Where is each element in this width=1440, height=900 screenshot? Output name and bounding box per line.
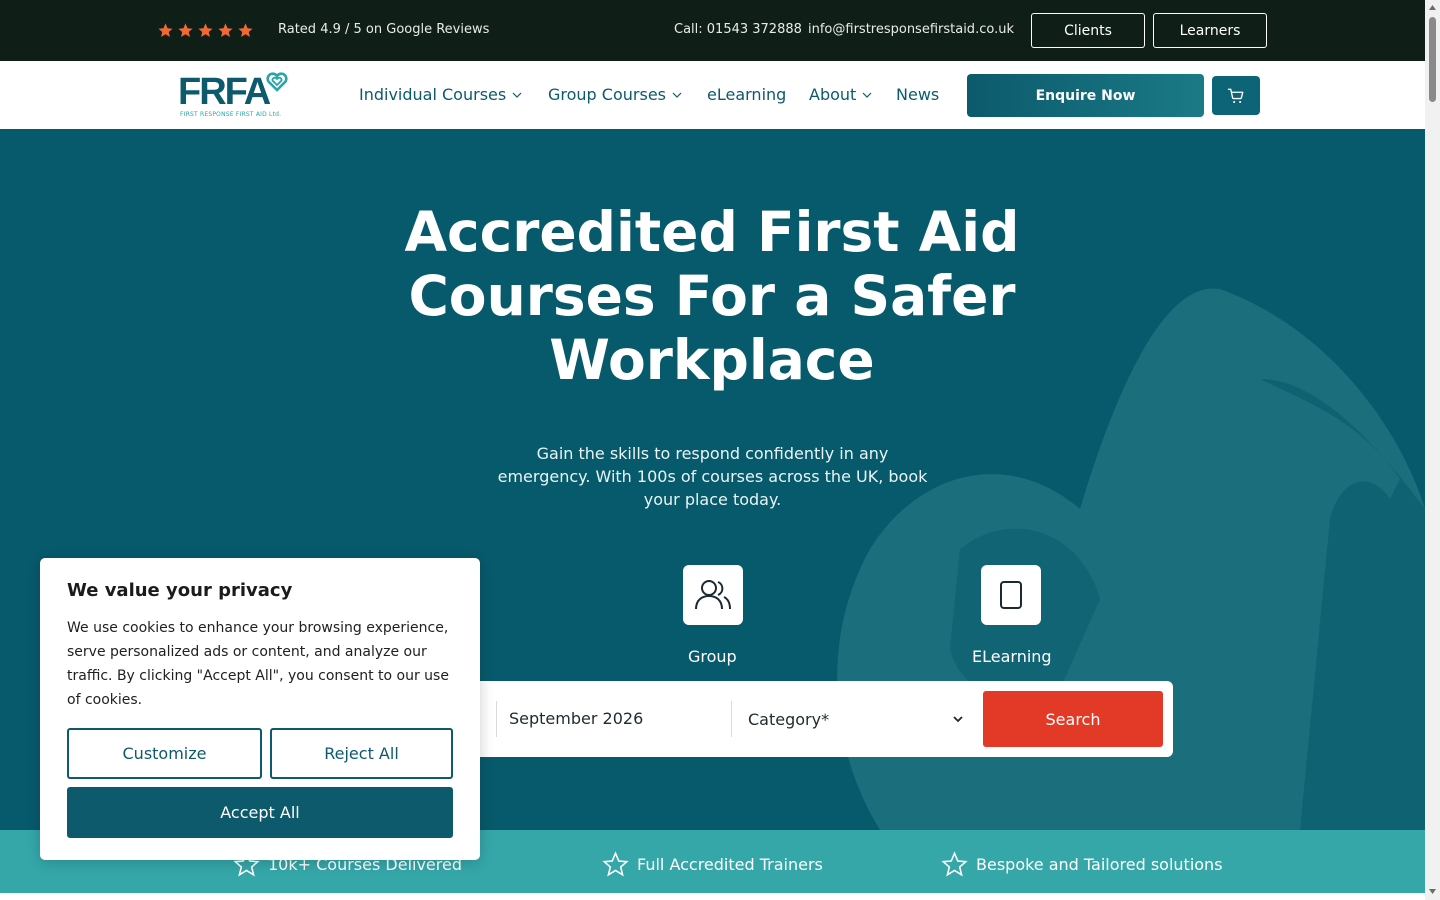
- feature-item: Full Accredited Trainers: [602, 851, 823, 878]
- nav-about[interactable]: About: [809, 85, 872, 104]
- reject-all-button[interactable]: Reject All: [270, 728, 453, 779]
- star-icon: [238, 23, 253, 38]
- star-outline-icon: [941, 851, 968, 877]
- rating-text: Rated 4.9 / 5 on Google Reviews: [278, 22, 490, 37]
- month-input[interactable]: September 2026: [509, 709, 643, 728]
- learners-button[interactable]: Learners: [1153, 13, 1267, 48]
- cart-button[interactable]: [1212, 76, 1260, 115]
- star-icon: [178, 23, 193, 38]
- elearning-type-tile[interactable]: [981, 565, 1041, 625]
- hero-title-line: Courses For a Safer: [408, 264, 1016, 328]
- nav-label: Group Courses: [548, 85, 666, 104]
- cookie-body: We use cookies to enhance your browsing …: [67, 620, 449, 708]
- phone-link[interactable]: Call: 01543 372888: [674, 22, 802, 37]
- email-link[interactable]: info@firstresponsefirstaid.co.uk: [808, 22, 1014, 37]
- nav-label: Individual Courses: [359, 85, 507, 104]
- clients-button[interactable]: Clients: [1031, 13, 1145, 48]
- cookie-consent-dialog: We value your privacy We use cookies to …: [40, 558, 480, 860]
- star-icon: [158, 23, 173, 38]
- search-button[interactable]: Search: [983, 691, 1163, 747]
- feature-item: Bespoke and Tailored solutions: [941, 851, 1223, 878]
- nav-individual-courses[interactable]: Individual Courses: [359, 85, 522, 104]
- hero-title: Accredited First Aid Courses For a Safer…: [362, 200, 1062, 392]
- chevron-down-icon: [862, 92, 872, 98]
- group-type-label: Group: [688, 647, 737, 666]
- chevron-down-icon: [512, 92, 522, 98]
- chevron-down-icon: [672, 92, 682, 98]
- divider: [731, 701, 732, 737]
- star-icon: [198, 23, 213, 38]
- logo[interactable]: FRFA FIRST RESPONSE FIRST AID Ltd.: [178, 72, 290, 120]
- page-bottom: [0, 893, 1425, 900]
- nav-news[interactable]: News: [896, 85, 939, 104]
- category-select[interactable]: Category*: [748, 710, 829, 729]
- top-bar: Rated 4.9 / 5 on Google Reviews Call: 01…: [0, 0, 1425, 61]
- hero-subtitle: Gain the skills to respond confidently i…: [497, 444, 928, 509]
- scroll-up-icon[interactable]: [1428, 3, 1437, 12]
- divider: [496, 701, 497, 737]
- accept-all-button[interactable]: Accept All: [67, 787, 453, 838]
- logo-subtitle: FIRST RESPONSE FIRST AID Ltd.: [180, 111, 282, 118]
- nav-elearning[interactable]: eLearning: [707, 85, 786, 104]
- nav-label: About: [809, 85, 857, 104]
- main-nav: FRFA FIRST RESPONSE FIRST AID Ltd. Indiv…: [0, 61, 1425, 129]
- enquire-now-button[interactable]: Enquire Now: [967, 74, 1204, 117]
- nav-label: eLearning: [707, 85, 787, 104]
- scroll-down-icon[interactable]: [1428, 887, 1437, 896]
- users-icon: [695, 580, 731, 610]
- scrollbar-thumb[interactable]: [1429, 17, 1436, 102]
- logo-text: FRFA: [178, 71, 271, 113]
- hero-title-line: Workplace: [549, 328, 875, 392]
- nav-group-courses[interactable]: Group Courses: [548, 85, 682, 104]
- scrollbar[interactable]: [1425, 0, 1440, 900]
- star-icon: [218, 23, 233, 38]
- group-type-tile[interactable]: [683, 565, 743, 625]
- heart-icon: [266, 72, 288, 92]
- customize-button[interactable]: Customize: [67, 728, 262, 779]
- star-outline-icon: [602, 851, 629, 877]
- elearning-type-label: ELearning: [972, 647, 1052, 666]
- rating-stars: [157, 22, 254, 39]
- cart-icon: [1227, 88, 1244, 103]
- nav-label: News: [896, 85, 940, 104]
- feature-label: Bespoke and Tailored solutions: [976, 855, 1223, 874]
- hero-title-line: Accredited First Aid: [404, 200, 1020, 264]
- feature-label: Full Accredited Trainers: [637, 855, 823, 874]
- cookie-title: We value your privacy: [67, 580, 293, 601]
- chevron-down-icon[interactable]: [952, 714, 964, 724]
- tablet-icon: [1000, 581, 1022, 609]
